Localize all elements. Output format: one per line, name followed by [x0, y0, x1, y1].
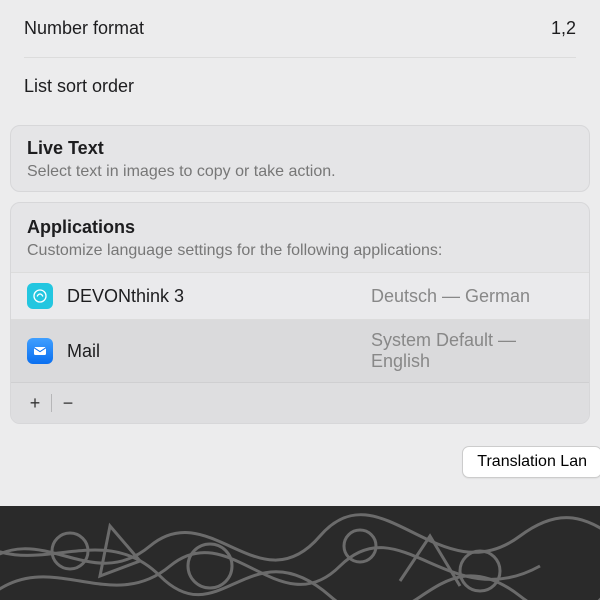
group-live-text[interactable]: Live Text Select text in images to copy …	[10, 125, 590, 192]
app-row-devonthink[interactable]: DEVONthink 3 Deutsch — German	[11, 272, 589, 319]
group-applications: Applications Customize language settings…	[10, 202, 590, 424]
row-list-sort-order[interactable]: List sort order	[0, 58, 600, 115]
row-label: List sort order	[24, 76, 134, 97]
app-icon	[27, 283, 53, 309]
minus-icon: −	[63, 393, 74, 414]
envelope-icon	[32, 343, 48, 359]
group-header: Live Text Select text in images to copy …	[11, 126, 589, 191]
applications-toolbar: + −	[11, 382, 589, 423]
app-language: System Default — English	[371, 330, 573, 372]
plus-icon: +	[30, 393, 41, 414]
add-button[interactable]: +	[21, 389, 49, 417]
toolbar-separator	[51, 394, 52, 412]
footer: Translation Lan	[0, 424, 600, 500]
remove-button[interactable]: −	[54, 389, 82, 417]
app-language: Deutsch — German	[371, 286, 530, 307]
group-header: Applications Customize language settings…	[11, 203, 589, 272]
row-number-format[interactable]: Number format 1,2	[0, 0, 600, 57]
row-label: Number format	[24, 18, 144, 39]
desktop-background	[0, 506, 600, 600]
row-value: 1,2	[551, 18, 576, 39]
app-icon	[27, 338, 53, 364]
applications-title: Applications	[27, 217, 573, 238]
translation-languages-button[interactable]: Translation Lan	[462, 446, 600, 478]
live-text-title: Live Text	[27, 138, 573, 159]
applications-subtitle: Customize language settings for the foll…	[27, 242, 573, 260]
devon-glyph-icon	[32, 288, 48, 304]
live-text-subtitle: Select text in images to copy or take ac…	[27, 163, 573, 181]
app-name: DEVONthink 3	[67, 286, 267, 307]
app-name: Mail	[67, 341, 267, 362]
applications-list: DEVONthink 3 Deutsch — German Mail Syste…	[11, 272, 589, 382]
app-row-mail[interactable]: Mail System Default — English	[11, 319, 589, 382]
